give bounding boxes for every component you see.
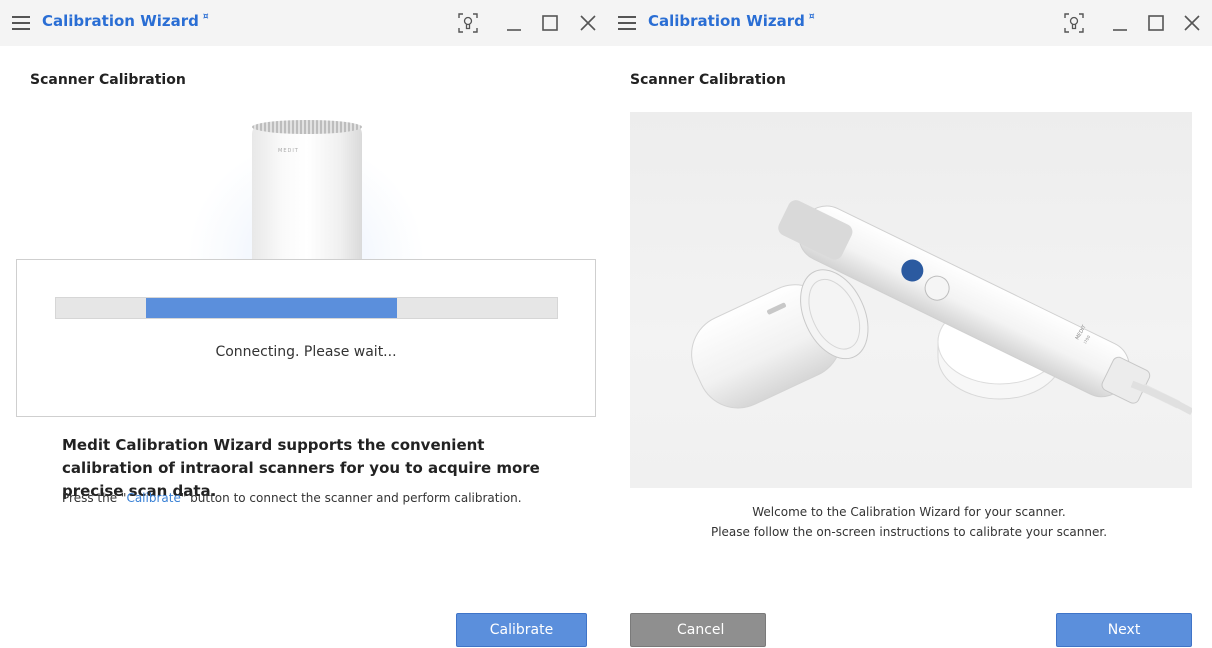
calibration-cradle-rim [252, 120, 362, 134]
menu-icon[interactable] [12, 13, 32, 33]
progress-fill [146, 298, 397, 318]
cancel-button[interactable]: Cancel [630, 613, 766, 647]
next-button[interactable]: Next [1056, 613, 1192, 647]
page-heading: Scanner Calibration [630, 72, 786, 88]
page-heading: Scanner Calibration [30, 72, 186, 88]
minimize-icon[interactable] [502, 11, 526, 35]
maximize-icon[interactable] [538, 11, 562, 35]
scanner-product-image: MEDIT i700 [630, 112, 1192, 488]
window-title-text: Calibration Wizard [42, 12, 199, 30]
title-badge: ¤ [202, 12, 209, 22]
window-title: Calibration Wizard ¤ [648, 12, 815, 30]
calibrate-link[interactable]: Calibrate [126, 491, 180, 505]
connection-progress-panel: Connecting. Please wait... [16, 259, 596, 417]
welcome-line-1: Welcome to the Calibration Wizard for yo… [752, 505, 1066, 519]
instruction-prefix: Press the " [62, 491, 127, 505]
calibration-window-right: Calibration Wizard¤ Scanner Calibration [606, 0, 1212, 648]
maximize-icon[interactable] [1144, 11, 1168, 35]
title-bar: Calibration Wizard ¤ [0, 0, 606, 46]
device-label: MEDIT [278, 148, 299, 154]
window-title: Calibration Wizard ¤ [42, 12, 209, 30]
welcome-line-2: Please follow the on-screen instructions… [710, 525, 1108, 539]
calibrate-button[interactable]: Calibrate [456, 613, 587, 647]
welcome-message: Welcome to the Calibration Wizard for yo… [606, 502, 1212, 542]
title-bar: Calibration Wizard ¤ [606, 0, 1212, 46]
calibration-cradle [252, 124, 362, 260]
screen-capture-icon[interactable] [456, 11, 480, 35]
minimize-icon[interactable] [1108, 11, 1132, 35]
calibrate-instruction: Press the "Calibrate" button to connect … [62, 491, 522, 505]
screen-capture-icon[interactable] [1062, 11, 1086, 35]
calibration-window-left: Calibration Wizard ¤ Scanner Calibration … [0, 0, 606, 648]
progress-status-text: Connecting. Please wait... [215, 344, 397, 360]
window-title-text: Calibration Wizard [648, 12, 805, 30]
menu-icon[interactable] [618, 13, 638, 33]
calibration-device-illustration: MEDIT [16, 100, 596, 260]
close-icon[interactable] [576, 11, 600, 35]
scanner-illustration: MEDIT i700 [691, 200, 1192, 416]
instruction-suffix: " button to connect the scanner and perf… [180, 491, 522, 505]
title-badge: ¤ [808, 12, 815, 22]
close-icon[interactable] [1180, 11, 1204, 35]
progress-track [55, 297, 558, 319]
